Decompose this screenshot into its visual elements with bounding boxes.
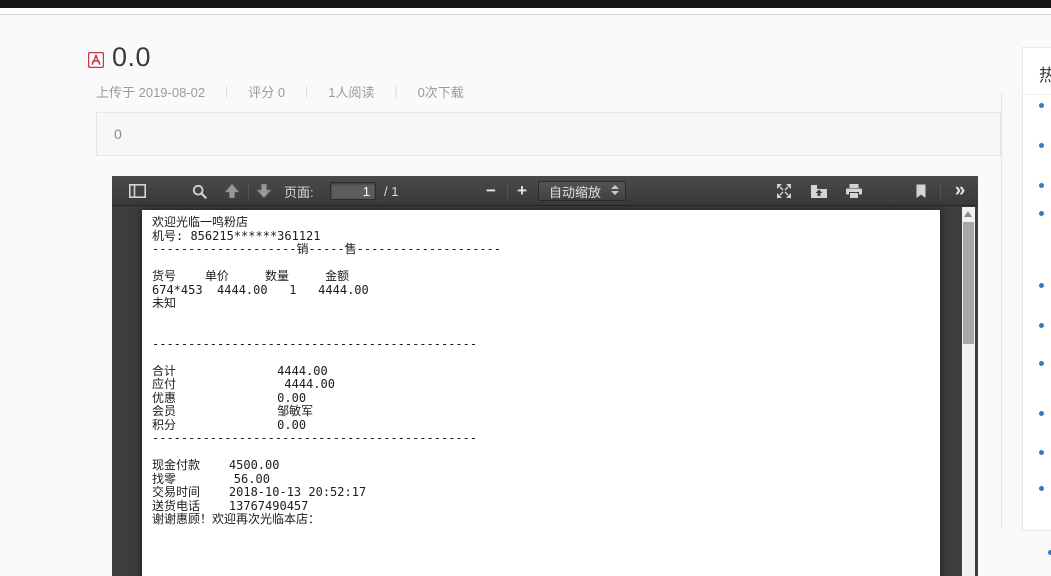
list-bullet bbox=[1039, 450, 1044, 455]
sidebar-toggle-icon bbox=[128, 184, 146, 198]
print-button[interactable] bbox=[841, 176, 867, 206]
toolbar-divider bbox=[507, 183, 508, 199]
zoom-scale-select[interactable]: 自动缩放 bbox=[538, 181, 626, 201]
printer-icon bbox=[846, 184, 862, 199]
pdf-toolbar: 页面: / 1 − + 自动缩放 bbox=[112, 176, 978, 206]
document-meta-row: 上传于 2019-08-02 | 评分 0 | 1人阅读 | 0次下载 bbox=[96, 83, 464, 100]
search-icon bbox=[192, 184, 207, 199]
more-tools-button[interactable]: » bbox=[945, 176, 973, 206]
page-total: / 1 bbox=[384, 183, 399, 199]
pdf-viewer: 页面: / 1 − + 自动缩放 bbox=[112, 176, 978, 576]
list-bullet bbox=[1039, 411, 1044, 416]
receipt-text: 欢迎光临一鸣粉店 机号: 856215******361121 --------… bbox=[152, 215, 502, 526]
list-bullet bbox=[1039, 183, 1044, 188]
toolbar-divider bbox=[940, 183, 941, 199]
hot-panel-list bbox=[1022, 95, 1051, 531]
hot-panel-header: 热 bbox=[1022, 47, 1051, 95]
description-box: 0 bbox=[96, 112, 1001, 156]
download-count: 0次下载 bbox=[417, 84, 464, 100]
list-bullet bbox=[1039, 361, 1044, 366]
page-label: 页面: bbox=[284, 184, 314, 200]
toolbar-divider bbox=[248, 183, 249, 199]
rating-count: 评分 0 bbox=[248, 84, 286, 100]
list-bullet bbox=[1039, 283, 1044, 288]
bookmark-button[interactable] bbox=[910, 176, 932, 206]
search-button[interactable] bbox=[188, 176, 210, 206]
arrow-up-icon bbox=[224, 184, 240, 198]
previous-page-button[interactable] bbox=[220, 176, 244, 206]
fullscreen-expand-icon bbox=[777, 184, 791, 198]
list-bullet bbox=[1039, 211, 1044, 216]
pdf-page: 欢迎光临一鸣粉店 机号: 856215******361121 --------… bbox=[142, 210, 940, 576]
scrollbar-up-arrow-icon[interactable] bbox=[964, 211, 972, 217]
hot-panel-title: 热 bbox=[1039, 66, 1051, 85]
scrollbar-thumb[interactable] bbox=[963, 222, 974, 344]
meta-separator: | bbox=[225, 84, 229, 98]
sidebar-toggle-button[interactable] bbox=[126, 176, 148, 206]
meta-separator: | bbox=[394, 84, 398, 98]
viewer-scrollbar[interactable] bbox=[962, 207, 975, 576]
arrow-down-icon bbox=[256, 184, 272, 198]
open-file-button[interactable] bbox=[806, 176, 832, 206]
upload-date: 上传于 2019-08-02 bbox=[96, 84, 206, 100]
list-bullet bbox=[1039, 143, 1044, 148]
presentation-mode-button[interactable] bbox=[772, 176, 796, 206]
chevron-double-right-icon: » bbox=[954, 180, 965, 201]
top-black-bar bbox=[0, 0, 1051, 8]
pdf-file-icon bbox=[88, 52, 104, 68]
open-file-icon bbox=[811, 184, 827, 198]
list-bullet bbox=[1039, 103, 1044, 108]
list-bullet bbox=[1039, 323, 1044, 328]
read-count: 1人阅读 bbox=[328, 84, 375, 100]
document-title: 0.0 bbox=[112, 42, 152, 72]
select-spinner-icon bbox=[611, 185, 619, 195]
zoom-scale-value: 自动缩放 bbox=[549, 184, 602, 200]
next-page-button[interactable] bbox=[252, 176, 276, 206]
zoom-in-button[interactable]: + bbox=[511, 176, 533, 206]
zoom-out-button[interactable]: − bbox=[480, 176, 502, 206]
page-number-input[interactable] bbox=[330, 182, 376, 200]
description-text: 0 bbox=[114, 126, 122, 142]
content-column-gutter bbox=[1002, 93, 1022, 528]
bookmark-icon bbox=[916, 184, 926, 198]
list-bullet bbox=[1039, 486, 1044, 491]
meta-separator: | bbox=[305, 84, 309, 98]
